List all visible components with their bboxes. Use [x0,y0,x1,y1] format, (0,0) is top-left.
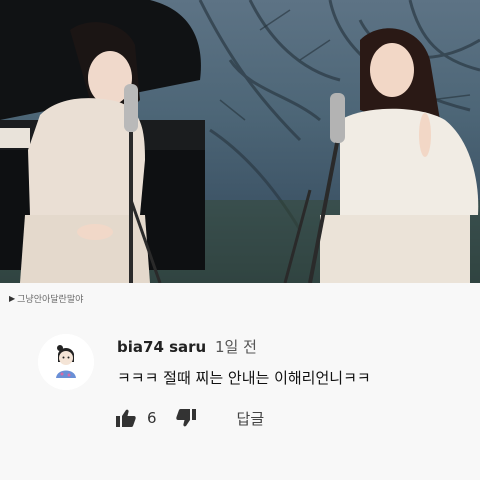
thumbs-down-icon [175,409,196,427]
video-caption: ▶ 그냥안아달란말야 [9,292,83,305]
comment-time[interactable]: 1일 전 [215,338,257,356]
thumbs-up-icon [116,409,136,427]
like-count: 6 [147,409,157,427]
caption-text: 그냥안아달란말야 [17,295,84,305]
dislike-button[interactable] [175,407,197,429]
avatar[interactable] [38,334,94,390]
like-button[interactable] [115,407,137,429]
author-name[interactable]: bia74 saru [117,338,206,356]
comment-text: ㅋㅋㅋ 절때 찌는 안내는 이해리언니ㅋㅋ [117,369,371,387]
play-icon: ▶ [9,294,16,303]
reply-button[interactable]: 답글 [237,408,265,429]
avatar-illustration-icon [38,334,94,390]
video-scene [0,0,480,283]
video-frame[interactable] [0,0,480,283]
comment-actions: 6 답글 [115,405,264,431]
comment-author: bia74 saru 1일 전 [117,336,257,357]
